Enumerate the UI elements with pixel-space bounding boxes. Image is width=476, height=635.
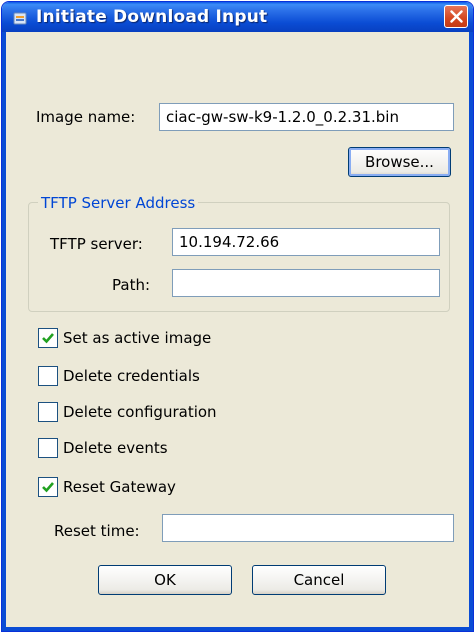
delete-credentials-checkbox[interactable] (38, 366, 58, 386)
image-name-label: Image name: (36, 108, 136, 126)
path-input[interactable] (172, 269, 440, 297)
title-bar[interactable]: Initiate Download Input (2, 2, 473, 32)
app-icon (13, 12, 27, 25)
dialog-window: Initiate Download Input Image name: ciac… (1, 1, 474, 632)
close-button[interactable] (444, 5, 468, 28)
delete-configuration-checkbox[interactable] (38, 402, 58, 422)
checkmark-icon (42, 333, 54, 344)
set-active-image-label[interactable]: Set as active image (63, 328, 211, 348)
window-title: Initiate Download Input (36, 7, 268, 27)
tftp-group-title: TFTP Server Address (38, 193, 199, 213)
ok-button[interactable]: OK (98, 565, 232, 595)
close-icon (450, 10, 463, 23)
checkmark-icon (42, 482, 54, 493)
reset-gateway-label[interactable]: Reset Gateway (63, 477, 176, 497)
delete-events-checkbox[interactable] (38, 438, 58, 458)
set-active-image-checkbox[interactable] (38, 328, 58, 348)
tftp-server-input[interactable]: 10.194.72.66 (172, 228, 440, 256)
browse-button[interactable]: Browse... (348, 147, 451, 177)
delete-configuration-label[interactable]: Delete configuration (63, 402, 217, 422)
reset-time-label: Reset time: (54, 522, 140, 540)
window-frame-left (2, 32, 6, 631)
window-frame-bottom (2, 627, 473, 631)
reset-time-input[interactable] (162, 514, 454, 542)
cancel-button[interactable]: Cancel (252, 565, 386, 595)
window-frame-right (469, 32, 473, 631)
delete-credentials-label[interactable]: Delete credentials (63, 366, 200, 386)
tftp-server-label: TFTP server: (50, 235, 143, 253)
reset-gateway-checkbox[interactable] (38, 477, 58, 497)
delete-events-label[interactable]: Delete events (63, 438, 168, 458)
image-name-input[interactable]: ciac-gw-sw-k9-1.2.0_0.2.31.bin (159, 103, 454, 131)
path-label: Path: (112, 276, 151, 294)
